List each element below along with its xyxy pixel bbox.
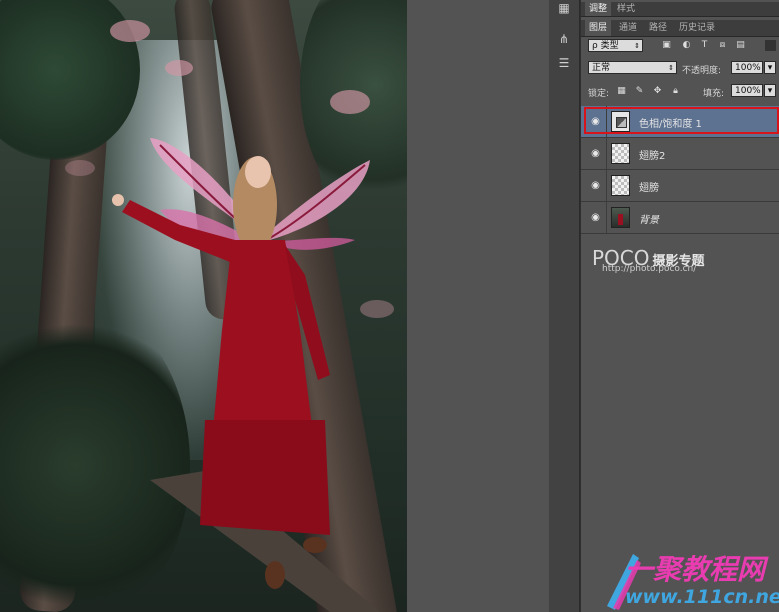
layer-name: 背景 <box>639 215 659 226</box>
site-name: 一聚教程网 <box>625 553 766 586</box>
layers-panel: 调整 样式 图层 通道 路径 历史记录 ρ 类型 ⇕ ▣ ◐ T ⧈ ▤ 正常 ⇕ … <box>580 0 779 612</box>
filter-smart-object-icon[interactable]: ▤ <box>735 40 746 51</box>
opacity-field[interactable]: 100% <box>731 61 763 74</box>
opacity-slider-toggle[interactable]: ▾ <box>764 61 776 74</box>
tab-paths[interactable]: 路径 <box>645 20 671 36</box>
layer-row-wings-2[interactable]: ◉ 翅膀2 <box>581 138 779 170</box>
eye-icon[interactable]: ◉ <box>589 147 602 160</box>
site-url: www.111cn.net <box>625 586 779 608</box>
layer-row-background[interactable]: ◉ 背景 <box>581 202 779 234</box>
tab-history[interactable]: 历史记录 <box>675 20 719 36</box>
document-canvas[interactable] <box>0 0 407 612</box>
layers-tab-row: 图层 通道 路径 历史记录 <box>581 20 779 37</box>
fill-slider-toggle[interactable]: ▾ <box>764 84 776 97</box>
lock-transparent-pixels-icon[interactable]: ▦ <box>616 86 627 97</box>
layer-name: 翅膀2 <box>639 151 666 162</box>
workspace-gutter <box>407 0 547 612</box>
chevron-down-icon: ▾ <box>767 63 773 73</box>
tab-adjustments[interactable]: 调整 <box>585 2 612 16</box>
filter-shape-icon[interactable]: ⧈ <box>717 40 728 51</box>
eye-icon[interactable]: ◉ <box>589 179 602 192</box>
filter-row: ρ 类型 ⇕ ▣ ◐ T ⧈ ▤ <box>581 38 779 54</box>
photo-layer-thumbnail <box>611 207 630 228</box>
divider <box>606 170 607 201</box>
chevron-updown-icon: ⇕ <box>634 42 640 50</box>
blend-mode-dropdown[interactable]: 正常 ⇕ <box>588 61 677 74</box>
top-tab-row: 调整 样式 <box>581 2 779 17</box>
eye-icon[interactable]: ◉ <box>589 211 602 224</box>
fill-field[interactable]: 100% <box>731 84 763 97</box>
tab-channels[interactable]: 通道 <box>615 20 641 36</box>
chevron-down-icon: ▾ <box>767 86 773 96</box>
divider <box>606 138 607 169</box>
fill-value: 100% <box>735 86 761 96</box>
lock-icon[interactable]: 🔒︎ <box>670 86 681 97</box>
tab-styles[interactable]: 样式 <box>613 2 639 16</box>
blend-mode-value: 正常 <box>592 63 611 73</box>
blend-row: 正常 ⇕ 不透明度: 100% ▾ <box>581 60 779 76</box>
annotation-highlight-box <box>584 107 779 134</box>
filter-type-icon[interactable]: T <box>699 40 710 51</box>
divider <box>606 202 607 233</box>
opacity-value: 100% <box>735 63 761 73</box>
tab-layers[interactable]: 图层 <box>585 20 612 36</box>
panel-icon-strip: ▦ ⋔ ☰ <box>549 0 580 612</box>
lock-label: 锁定: <box>588 89 610 99</box>
layer-row-wings[interactable]: ◉ 翅膀 <box>581 170 779 202</box>
histogram-icon[interactable]: ▦ <box>555 0 573 16</box>
move-icon[interactable]: ✥ <box>652 86 663 97</box>
lock-row: 锁定: ▦ ✎ ✥ 🔒︎ 填充: 100% ▾ <box>581 83 779 99</box>
adjustment-brush-icon[interactable]: ⋔ <box>555 31 573 47</box>
filter-kind-dropdown[interactable]: ρ 类型 ⇕ <box>588 39 643 52</box>
layer-name: 翅膀 <box>639 183 659 194</box>
filter-toggle-icon[interactable] <box>765 40 776 51</box>
fill-label: 填充: <box>703 89 725 99</box>
filter-pixel-icon[interactable]: ▣ <box>661 40 672 51</box>
chevron-updown-icon: ⇕ <box>668 64 674 72</box>
sliders-icon[interactable]: ☰ <box>555 55 573 71</box>
transparent-layer-thumbnail <box>611 143 630 164</box>
site-watermark: 一聚教程网 www.111cn.net <box>603 546 779 612</box>
filter-kind-label: ρ 类型 <box>592 41 619 51</box>
poco-url: http://photo.poco.cn/ <box>602 264 697 274</box>
brush-icon[interactable]: ✎ <box>634 86 645 97</box>
fairy-figure <box>112 138 380 612</box>
transparent-layer-thumbnail <box>611 175 630 196</box>
opacity-label: 不透明度: <box>682 66 722 76</box>
filter-adjustment-icon[interactable]: ◐ <box>681 40 692 51</box>
